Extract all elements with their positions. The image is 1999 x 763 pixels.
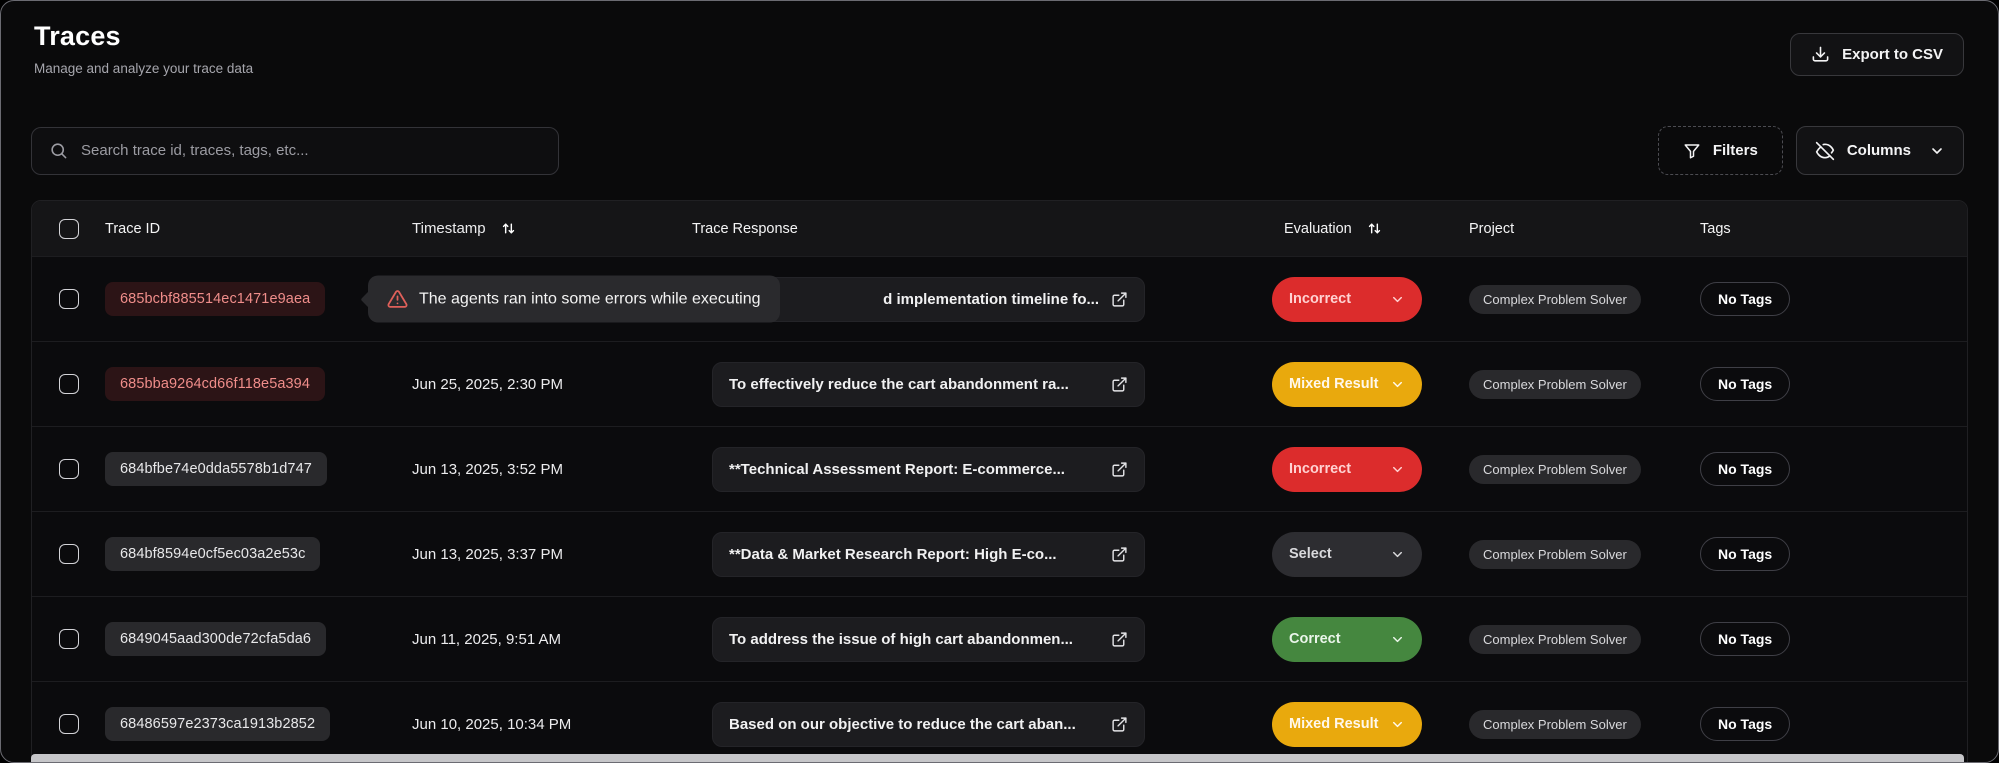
traces-page: Traces Manage and analyze your trace dat… [0,0,1999,763]
filter-icon [1683,142,1701,160]
table-row: 684bfbe74e0dda5578b1d747 Jun 13, 2025, 3… [32,426,1967,511]
search-input[interactable] [81,142,541,159]
external-link-icon[interactable] [1111,291,1128,308]
project-badge: Complex Problem Solver [1469,455,1641,484]
sort-icon[interactable] [1366,220,1383,237]
trace-response-pill[interactable]: Based on our objective to reduce the car… [712,702,1145,747]
column-header-evaluation[interactable]: Evaluation [1272,220,1457,237]
chevron-down-icon [1390,292,1405,307]
trace-response-text: d implementation timeline fo... [729,291,1099,308]
timestamp-cell: Jun 25, 2025, 2:30 PM [402,376,684,393]
search-box[interactable] [31,127,559,175]
page-header: Traces Manage and analyze your trace dat… [1,1,1998,76]
project-badge: Complex Problem Solver [1469,625,1641,654]
timestamp-cell: Jun 13, 2025, 3:52 PM [402,461,684,478]
timestamp-cell: Jun 13, 2025, 3:37 PM [402,546,684,563]
sort-icon[interactable] [500,220,517,237]
download-icon [1811,45,1830,64]
trace-response-text: To effectively reduce the cart abandonme… [729,376,1099,393]
evaluation-dropdown[interactable]: Incorrect [1272,277,1422,322]
column-header-project: Project [1457,221,1682,237]
trace-id-pill[interactable]: 684bfbe74e0dda5578b1d747 [105,452,327,486]
evaluation-dropdown[interactable]: Incorrect [1272,447,1422,492]
project-badge: Complex Problem Solver [1469,540,1641,569]
trace-response-pill[interactable]: To effectively reduce the cart abandonme… [712,362,1145,407]
tags-badge[interactable]: No Tags [1700,282,1790,316]
row-checkbox[interactable] [59,289,79,309]
evaluation-dropdown[interactable]: Mixed Result [1272,702,1422,747]
horizontal-scrollbar[interactable] [31,754,1964,762]
column-header-trace-response: Trace Response [684,221,1272,237]
timestamp-cell: Jun 11, 2025, 9:51 AM [402,631,684,648]
column-header-tags: Tags [1682,221,1967,237]
toolbar-right: Filters Columns [1658,126,1964,175]
columns-label: Columns [1847,142,1911,159]
row-checkbox[interactable] [59,374,79,394]
warning-icon [387,289,408,310]
filters-label: Filters [1713,142,1758,159]
select-all-checkbox[interactable] [59,219,79,239]
evaluation-dropdown[interactable]: Select [1272,532,1422,577]
project-badge: Complex Problem Solver [1469,370,1641,399]
tags-badge[interactable]: No Tags [1700,537,1790,571]
table-row: 685bba9264cd66f118e5a394 Jun 25, 2025, 2… [32,341,1967,426]
traces-table: Trace ID Timestamp Trace Response Evalua… [31,200,1968,763]
trace-response-pill[interactable]: To address the issue of high cart abando… [712,617,1145,662]
table-row: 684bf8594e0cf5ec03a2e53c Jun 13, 2025, 3… [32,511,1967,596]
tags-badge[interactable]: No Tags [1700,452,1790,486]
trace-response-pill[interactable]: **Technical Assessment Report: E-commerc… [712,447,1145,492]
table-header-row: Trace ID Timestamp Trace Response Evalua… [32,201,1967,256]
columns-button[interactable]: Columns [1796,126,1964,175]
row-checkbox[interactable] [59,629,79,649]
timestamp-cell: Jun 10, 2025, 10:34 PM [402,716,684,733]
trace-id-pill[interactable]: 685bcbf885514ec1471e9aea [105,282,325,316]
evaluation-dropdown[interactable]: Correct [1272,617,1422,662]
tags-badge[interactable]: No Tags [1700,622,1790,656]
chevron-down-icon [1390,377,1405,392]
chevron-down-icon [1390,462,1405,477]
external-link-icon[interactable] [1111,716,1128,733]
external-link-icon[interactable] [1111,631,1128,648]
export-csv-label: Export to CSV [1842,46,1943,63]
chevron-down-icon [1390,632,1405,647]
title-block: Traces Manage and analyze your trace dat… [34,21,253,76]
tags-badge[interactable]: No Tags [1700,367,1790,401]
project-badge: Complex Problem Solver [1469,285,1641,314]
filters-button[interactable]: Filters [1658,126,1783,175]
page-title: Traces [34,21,253,52]
project-badge: Complex Problem Solver [1469,710,1641,739]
chevron-down-icon [1390,547,1405,562]
trace-id-pill[interactable]: 6849045aad300de72cfa5da6 [105,622,326,656]
search-icon [49,141,68,160]
trace-response-text: **Technical Assessment Report: E-commerc… [729,461,1099,478]
trace-response-text: **Data & Market Research Report: High E-… [729,546,1099,563]
tooltip-text: The agents ran into some errors while ex… [419,290,761,308]
external-link-icon[interactable] [1111,376,1128,393]
tags-badge[interactable]: No Tags [1700,707,1790,741]
error-tooltip: The agents ran into some errors while ex… [368,276,780,323]
trace-response-text: Based on our objective to reduce the car… [729,716,1099,733]
evaluation-dropdown[interactable]: Mixed Result [1272,362,1422,407]
trace-id-pill[interactable]: 68486597e2373ca1913b2852 [105,707,330,741]
row-checkbox[interactable] [59,714,79,734]
row-checkbox[interactable] [59,459,79,479]
table-row: 6849045aad300de72cfa5da6 Jun 11, 2025, 9… [32,596,1967,681]
page-subtitle: Manage and analyze your trace data [34,61,253,76]
eye-off-icon [1815,141,1835,161]
external-link-icon[interactable] [1111,461,1128,478]
external-link-icon[interactable] [1111,546,1128,563]
chevron-down-icon [1390,717,1405,732]
trace-id-pill[interactable]: 684bf8594e0cf5ec03a2e53c [105,537,320,571]
row-checkbox[interactable] [59,544,79,564]
column-header-trace-id: Trace ID [97,221,402,237]
trace-response-text: To address the issue of high cart abando… [729,631,1099,648]
export-csv-button[interactable]: Export to CSV [1790,33,1964,76]
table-row: 68486597e2373ca1913b2852 Jun 10, 2025, 1… [32,681,1967,763]
toolbar: Filters Columns [1,126,1998,175]
trace-id-pill[interactable]: 685bba9264cd66f118e5a394 [105,367,325,401]
chevron-down-icon [1929,143,1945,159]
trace-response-pill[interactable]: **Data & Market Research Report: High E-… [712,532,1145,577]
table-row: 685bcbf885514ec1471e9aea d implementatio… [32,256,1967,341]
column-header-timestamp[interactable]: Timestamp [402,220,684,237]
